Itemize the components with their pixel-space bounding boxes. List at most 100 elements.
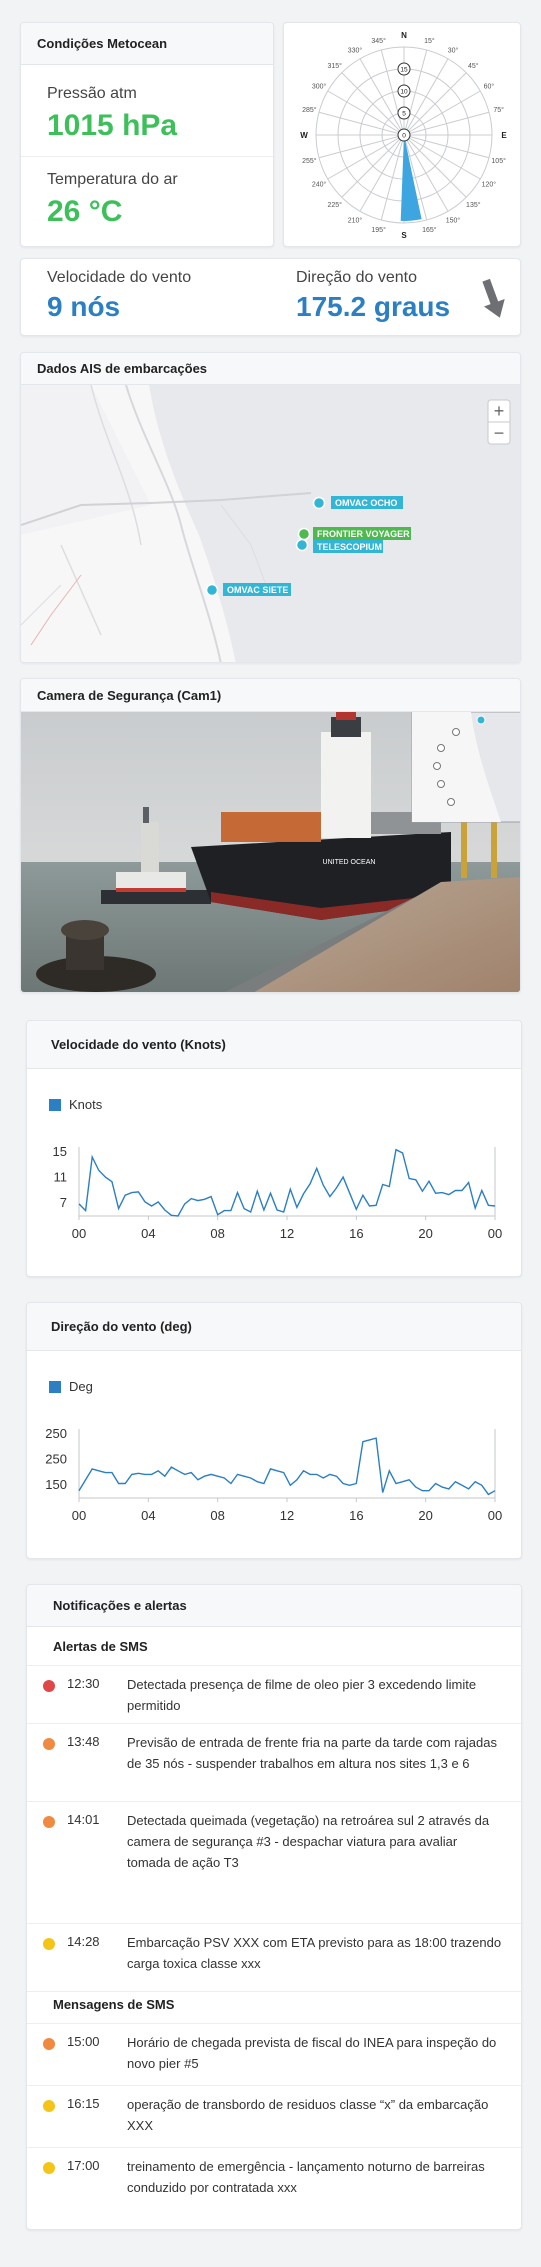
alert-item[interactable]: 14:01 Detectada queimada (vegetação) na …	[27, 1801, 521, 1923]
x-tick-label: 08	[210, 1226, 224, 1241]
camera-title: Camera de Segurança (Cam1)	[21, 679, 520, 712]
x-tick-label: 08	[210, 1508, 224, 1523]
status-dot-icon	[43, 1816, 55, 1828]
degree-label: 345°	[371, 37, 386, 45]
temperature-value: 26 °C	[47, 195, 123, 228]
alert-time: 14:01	[67, 1812, 100, 1827]
legend-label: Knots	[69, 1097, 103, 1112]
message-item[interactable]: 17:00 treinamento de emergência - lançam…	[27, 2147, 521, 2217]
legend-swatch	[49, 1381, 61, 1393]
ais-card: Dados AIS de embarcações + − OMVAC OCHO	[20, 352, 521, 663]
degree-label: 225°	[327, 201, 342, 209]
divider	[21, 156, 273, 157]
y-tick-label: 250	[45, 1452, 67, 1467]
wind-speed-chart-card: Velocidade do vento (Knots) Knots 15 11 7 00…	[26, 1020, 522, 1277]
cardinal-label: W	[300, 131, 308, 140]
notifications-title: Notificações e alertas	[27, 1585, 521, 1627]
x-tick-label: 16	[349, 1226, 363, 1241]
x-tick-label: 20	[418, 1226, 432, 1241]
degree-label: 255°	[302, 157, 317, 165]
wind-speed-chart: Knots 15 11 7 00 04 08 12 16 20 00	[49, 1097, 502, 1241]
y-tick-label: 11	[54, 1170, 68, 1185]
x-tick-label: 00	[72, 1226, 86, 1241]
message-item[interactable]: 15:00 Horário de chegada prevista de fis…	[27, 2023, 521, 2085]
message-time: 16:15	[67, 2096, 100, 2111]
wind-direction-chart-card: Direção do vento (deg) Deg 250 250 150 00 04 0…	[26, 1302, 522, 1559]
x-tick-label: 04	[141, 1508, 155, 1523]
x-tick-label: 00	[488, 1226, 502, 1241]
degree-label: 315°	[327, 62, 342, 70]
alert-item[interactable]: 12:30 Detectada presença de filme de ole…	[27, 1665, 521, 1723]
zoom-out-button[interactable]: −	[494, 423, 505, 443]
camera-feed[interactable]: UNITED OCEAN	[21, 712, 521, 993]
alert-text: Previsão de entrada de frente fria na pa…	[127, 1735, 497, 1771]
ship-name-label: UNITED OCEAN	[323, 859, 376, 866]
alert-text: Embarcação PSV XXX com ETA previsto para…	[127, 1935, 502, 1971]
vessel-label: FRONTIER VOYAGER	[317, 529, 410, 539]
legend-label: Deg	[69, 1379, 93, 1394]
status-dot-icon	[43, 1738, 55, 1750]
ring-label: 5	[402, 111, 406, 118]
notifications-card: Notificações e alertas Alertas de SMS 12…	[26, 1584, 522, 2230]
degree-label: 105°	[491, 157, 506, 165]
zoom-in-button[interactable]: +	[494, 401, 505, 421]
status-dot-icon	[43, 1938, 55, 1950]
x-tick-label: 00	[488, 1508, 502, 1523]
wind-now-card: Velocidade do vento 9 nós Direção do ven…	[20, 258, 521, 336]
metocean-title: Condições Metocean	[21, 23, 273, 65]
wind-speed-chart-title: Velocidade do vento (Knots)	[27, 1021, 521, 1069]
x-tick-label: 00	[72, 1508, 86, 1523]
ring-label: 15	[400, 67, 408, 74]
degree-label: 195°	[371, 226, 386, 234]
degree-label: 120°	[482, 181, 497, 189]
alert-item[interactable]: 14:28 Embarcação PSV XXX com ETA previst…	[27, 1923, 521, 1991]
y-tick-label: 15	[53, 1144, 67, 1159]
legend-swatch	[49, 1099, 61, 1111]
message-time: 17:00	[67, 2158, 100, 2173]
degree-label: 165°	[422, 226, 437, 234]
metocean-card: Condições Metocean Pressão atm 1015 hPa …	[20, 22, 274, 247]
degree-label: 30°	[448, 47, 459, 55]
x-tick-label: 16	[349, 1508, 363, 1523]
camera-minimap[interactable]	[411, 712, 521, 823]
sms-alerts-heading: Alertas de SMS	[53, 1639, 148, 1654]
degree-label: 330°	[348, 47, 363, 55]
y-tick-label: 7	[60, 1195, 67, 1210]
wind-speed-label: Velocidade do vento	[47, 269, 192, 286]
vessel-marker-frontier-voyager[interactable]: FRONTIER VOYAGER	[297, 527, 412, 541]
y-tick-label: 150	[45, 1477, 67, 1492]
wind-direction-chart-title: Direção do vento (deg)	[27, 1303, 521, 1351]
wind-rose-card: 15 10 5 0 15° 30° 45° 60° 75° 105° 120° 135° 150° 165…	[283, 22, 521, 247]
ais-title: Dados AIS de embarcações	[21, 353, 520, 385]
wind-direction-label: Direção do vento	[296, 269, 417, 286]
alert-item[interactable]: 13:48 Previsão de entrada de frente fria…	[27, 1723, 521, 1801]
pressure-label: Pressão atm	[47, 85, 137, 102]
arrow-down-icon	[482, 278, 505, 318]
message-item[interactable]: 16:15 operação de transbordo de residuos…	[27, 2085, 521, 2147]
degree-label: 285°	[302, 106, 317, 114]
sms-messages-heading: Mensagens de SMS	[53, 1997, 175, 2012]
degree-label: 240°	[312, 181, 327, 189]
status-dot-icon	[43, 2100, 55, 2112]
wind-direction-chart: Deg 250 250 150 00 04 08 12 16 20 00	[45, 1379, 502, 1523]
alert-text: Detectada presença de filme de oleo pier…	[127, 1677, 477, 1713]
message-text: Horário de chegada prevista de fiscal do…	[127, 2035, 497, 2071]
pressure-value: 1015 hPa	[47, 109, 178, 142]
alert-time: 14:28	[67, 1934, 100, 1949]
ais-map[interactable]: + − OMVAC OCHO FRONTIER VOYAGER TELESCOP…	[21, 385, 521, 663]
degree-label: 135°	[466, 201, 481, 209]
message-text: operação de transbordo de residuos class…	[127, 2097, 489, 2133]
cardinal-label: N	[401, 31, 407, 40]
x-tick-label: 12	[280, 1226, 294, 1241]
message-time: 15:00	[67, 2034, 100, 2049]
status-dot-icon	[43, 1680, 55, 1692]
degree-label: 300°	[312, 83, 327, 91]
vessel-label: TELESCOPIUM	[317, 542, 382, 552]
cardinal-label: E	[501, 131, 507, 140]
degree-label: 15°	[424, 37, 435, 45]
cardinal-label: S	[401, 231, 407, 240]
wind-speed-value: 9 nós	[47, 291, 121, 322]
status-dot-icon	[43, 2038, 55, 2050]
degree-label: 60°	[484, 83, 495, 91]
sms-messages-section	[27, 1991, 521, 1992]
